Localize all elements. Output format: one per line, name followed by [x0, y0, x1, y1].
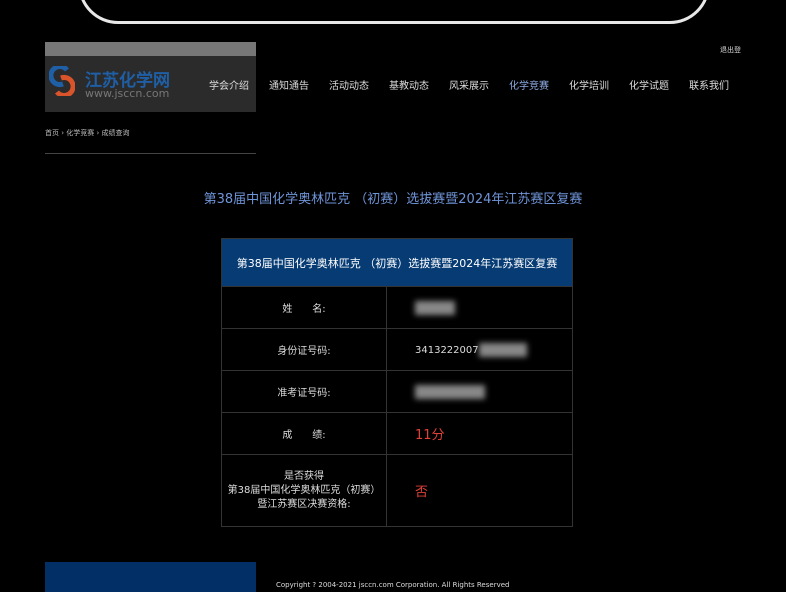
table-row: 准考证号码: [221, 370, 573, 413]
logo-icon [49, 66, 75, 96]
redacted-blur [415, 384, 485, 399]
redacted-blur [478, 342, 527, 357]
nav-item[interactable]: 化学试题 [629, 77, 669, 92]
row-label: 姓 名: [221, 286, 387, 329]
row-label: 身份证号码: [221, 328, 387, 371]
divider [45, 153, 256, 154]
row-value [386, 370, 573, 413]
nav-item[interactable]: 通知通告 [269, 77, 309, 92]
table-row: 身份证号码: 3413222007 [221, 328, 573, 371]
breadcrumb[interactable]: 首页 › 化学竞赛 › 成绩查询 [45, 128, 130, 138]
nav-item[interactable]: 活动动态 [329, 77, 369, 92]
table-row: 成 绩: 11分 [221, 412, 573, 455]
id-number: 3413222007 [415, 344, 479, 356]
row-label: 是否获得 第38届中国化学奥林匹克（初赛） 暨江苏赛区决赛资格: [221, 454, 387, 527]
row-label: 成 绩: [221, 412, 387, 455]
row-label: 准考证号码: [221, 370, 387, 413]
redacted-blur [415, 300, 455, 315]
logo-url: www.jsccn.com [85, 87, 170, 100]
copyright: Copyright ? 2004-2021 jsccn.com Corporat… [276, 581, 510, 589]
table-row: 姓 名: [221, 286, 573, 329]
page-title: 第38届中国化学奥林匹克 （初赛）选拔赛暨2024年江苏赛区复赛 [203, 192, 583, 207]
device-bezel [78, 0, 710, 24]
nav-item[interactable]: 基教动态 [389, 77, 429, 92]
nav-item[interactable]: 学会介绍 [209, 77, 249, 92]
row-value: 3413222007 [386, 328, 573, 371]
logout-link[interactable]: 退出登 [720, 45, 741, 55]
table-row: 是否获得 第38届中国化学奥林匹克（初赛） 暨江苏赛区决赛资格: 否 [221, 454, 573, 527]
result-table: 第38届中国化学奥林匹克 （初赛）选拔赛暨2024年江苏赛区复赛 姓 名: 身份… [221, 238, 573, 527]
nav-item[interactable]: 化学培训 [569, 77, 609, 92]
nav-item[interactable]: 联系我们 [689, 77, 729, 92]
score-value: 11分 [386, 412, 573, 455]
main-nav: 学会介绍 通知通告 活动动态 基教动态 风采展示 化学竞赛 化学培训 化学试题 … [209, 77, 742, 92]
footer-block [45, 562, 256, 592]
nav-item[interactable]: 风采展示 [449, 77, 489, 92]
nav-item-active[interactable]: 化学竞赛 [509, 77, 549, 92]
logo-strip [45, 42, 256, 56]
qualification-value: 否 [386, 454, 573, 527]
table-header: 第38届中国化学奥林匹克 （初赛）选拔赛暨2024年江苏赛区复赛 [221, 238, 573, 287]
row-value [386, 286, 573, 329]
